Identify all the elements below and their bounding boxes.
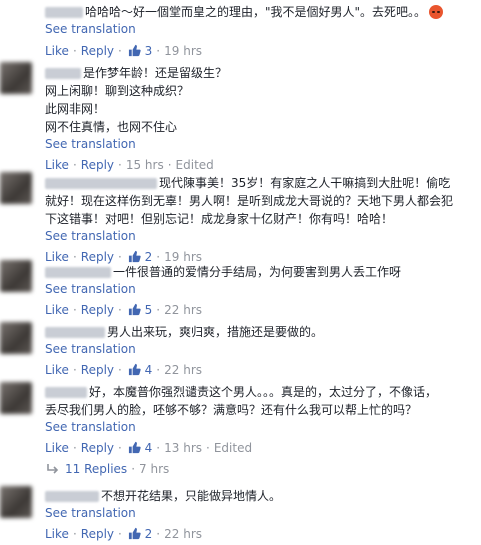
commenter-name[interactable] bbox=[45, 7, 83, 18]
comment-text-line: 男人出来玩，爽归爽，措施还是要做的。 bbox=[45, 323, 471, 341]
comment-text-line: 现代陳事美！35岁！有家庭之人干嘛搞到大肚呢！偷吃 bbox=[45, 174, 471, 192]
see-translation-link[interactable]: See translation bbox=[45, 419, 471, 435]
see-translation-link[interactable]: See translation bbox=[45, 505, 471, 521]
like-count: 3 bbox=[144, 44, 153, 58]
like-count: 4 bbox=[144, 441, 153, 455]
comment-actions: Like · Reply · 4 · 13 hrs · Edited bbox=[45, 439, 471, 457]
comment: 一件很普通的爱情分手结局，为何要害到男人丢工作呀 See translation… bbox=[0, 258, 481, 318]
commenter-name[interactable] bbox=[45, 267, 111, 278]
timestamp[interactable]: 22 hrs bbox=[164, 363, 202, 377]
replies-timestamp: 7 hrs bbox=[139, 462, 170, 476]
reply-button[interactable]: Reply bbox=[81, 527, 114, 541]
comment-text-line: 网不住真情，也网不住心 bbox=[45, 120, 178, 134]
see-translation-link[interactable]: See translation bbox=[45, 21, 471, 37]
comment-actions: Like · Reply · 3 · 19 hrs bbox=[45, 42, 471, 60]
commenter-name[interactable] bbox=[45, 327, 105, 338]
see-translation-link[interactable]: See translation bbox=[45, 281, 471, 297]
like-count: 2 bbox=[144, 527, 153, 541]
comment-text-line: 就好！现在这样伤到无辜！男人啊！是听到成龙大哥说的？天地下男人都会犯 bbox=[45, 194, 454, 208]
commenter-name[interactable] bbox=[45, 68, 81, 79]
commenter-name[interactable] bbox=[45, 178, 157, 189]
comment-actions: Like · Reply · 5 · 22 hrs bbox=[45, 301, 471, 319]
comment-actions: Like · Reply · 4 · 22 hrs bbox=[45, 361, 471, 379]
avatar[interactable] bbox=[0, 486, 32, 518]
comment-actions: Like · Reply · 2 · 22 hrs bbox=[45, 525, 471, 543]
thumbs-up-icon bbox=[128, 441, 141, 459]
view-replies-link[interactable]: 11 Replies · 7 hrs bbox=[45, 460, 169, 478]
avatar[interactable] bbox=[0, 172, 32, 204]
see-translation-link[interactable]: See translation bbox=[45, 341, 471, 357]
angry-emoji-icon bbox=[429, 5, 444, 19]
like-count: 4 bbox=[144, 363, 153, 377]
avatar[interactable] bbox=[0, 382, 32, 414]
avatar[interactable] bbox=[0, 260, 32, 292]
comment-text-line: 下这错事！对吧！但别忘记！成龙身家十亿财产！你有吗！哈哈！ bbox=[45, 212, 394, 226]
reply-button[interactable]: Reply bbox=[81, 363, 114, 377]
comment: 不想开花结果，只能做异地情人。 See translation Like · Rep… bbox=[0, 482, 481, 542]
comment: 是作梦年龄！还是留级生？ 网上闲聊！聊到这种成织？ 此网非网！ 网不住真情，也网… bbox=[0, 60, 481, 172]
comment: 现代陳事美！35岁！有家庭之人干嘛搞到大肚呢！偷吃 就好！现在这样伤到无辜！男人… bbox=[0, 170, 481, 264]
timestamp[interactable]: 19 hrs bbox=[164, 44, 202, 58]
comment: 哈哈哈～好一個堂而皇之的理由，"我不是個好男人"。去死吧。。 See trans… bbox=[0, 0, 481, 58]
comment-text-line: 网上闲聊！聊到这种成织？ bbox=[45, 84, 190, 98]
see-translation-link[interactable]: See translation bbox=[45, 136, 471, 152]
comment-body: 男人出来玩，爽归爽，措施还是要做的。 See translation Like ·… bbox=[45, 323, 471, 379]
comment-body: 是作梦年龄！还是留级生？ 网上闲聊！聊到这种成织？ 此网非网！ 网不住真情，也网… bbox=[45, 64, 471, 174]
like-button[interactable]: Like bbox=[45, 363, 69, 377]
comment-body: 现代陳事美！35岁！有家庭之人干嘛搞到大肚呢！偷吃 就好！现在这样伤到无辜！男人… bbox=[45, 174, 471, 266]
commenter-name[interactable] bbox=[45, 387, 87, 398]
comment-text-line: 好，本魔普你强烈谴责这个男人。。。真是的，太过分了，不像话， bbox=[45, 383, 471, 401]
avatar[interactable] bbox=[0, 322, 32, 354]
timestamp[interactable]: 22 hrs bbox=[164, 527, 202, 541]
comment-body: 不想开花结果，只能做异地情人。 See translation Like · Rep… bbox=[45, 487, 471, 543]
edited-label[interactable]: Edited bbox=[214, 441, 252, 455]
comment-body: 哈哈哈～好一個堂而皇之的理由，"我不是個好男人"。去死吧。。 See trans… bbox=[45, 3, 471, 60]
comment-text-line: 一件很普通的爱情分手结局，为何要害到男人丢工作呀 bbox=[45, 263, 471, 281]
reply-button[interactable]: Reply bbox=[81, 44, 114, 58]
like-button[interactable]: Like bbox=[45, 527, 69, 541]
like-count: 5 bbox=[144, 303, 153, 317]
like-button[interactable]: Like bbox=[45, 303, 69, 317]
reply-arrow-icon bbox=[45, 462, 59, 480]
comment: 好，本魔普你强烈谴责这个男人。。。真是的，太过分了，不像话， 丢尽我们男人的脸，… bbox=[0, 378, 481, 458]
comment-text-line: 此网非网！ bbox=[45, 102, 106, 116]
timestamp[interactable]: 22 hrs bbox=[164, 303, 202, 317]
reply-button[interactable]: Reply bbox=[81, 303, 114, 317]
timestamp[interactable]: 13 hrs bbox=[164, 441, 202, 455]
comment-text-line: 丢尽我们男人的脸，呸够不够？满意吗？还有什么我可以帮上忙的吗？ bbox=[45, 403, 418, 417]
comment-text-line: 是作梦年龄！还是留级生？ bbox=[45, 64, 471, 82]
comment-body: 好，本魔普你强烈谴责这个男人。。。真是的，太过分了，不像话， 丢尽我们男人的脸，… bbox=[45, 383, 471, 457]
like-button[interactable]: Like bbox=[45, 44, 69, 58]
comment-text-line: 不想开花结果，只能做异地情人。 bbox=[45, 487, 471, 505]
comment: 男人出来玩，爽归爽，措施还是要做的。 See translation Like ·… bbox=[0, 318, 481, 378]
replies-count[interactable]: 11 Replies bbox=[65, 462, 127, 476]
reply-button[interactable]: Reply bbox=[81, 441, 114, 455]
comment-text-line: 哈哈哈～好一個堂而皇之的理由，"我不是個好男人"。去死吧。。 bbox=[45, 3, 471, 21]
comment-body: 一件很普通的爱情分手结局，为何要害到男人丢工作呀 See translation… bbox=[45, 263, 471, 319]
like-button[interactable]: Like bbox=[45, 441, 69, 455]
commenter-name[interactable] bbox=[45, 491, 99, 502]
thumbs-up-icon bbox=[128, 527, 141, 545]
see-translation-link[interactable]: See translation bbox=[45, 228, 471, 244]
avatar[interactable] bbox=[0, 62, 32, 94]
